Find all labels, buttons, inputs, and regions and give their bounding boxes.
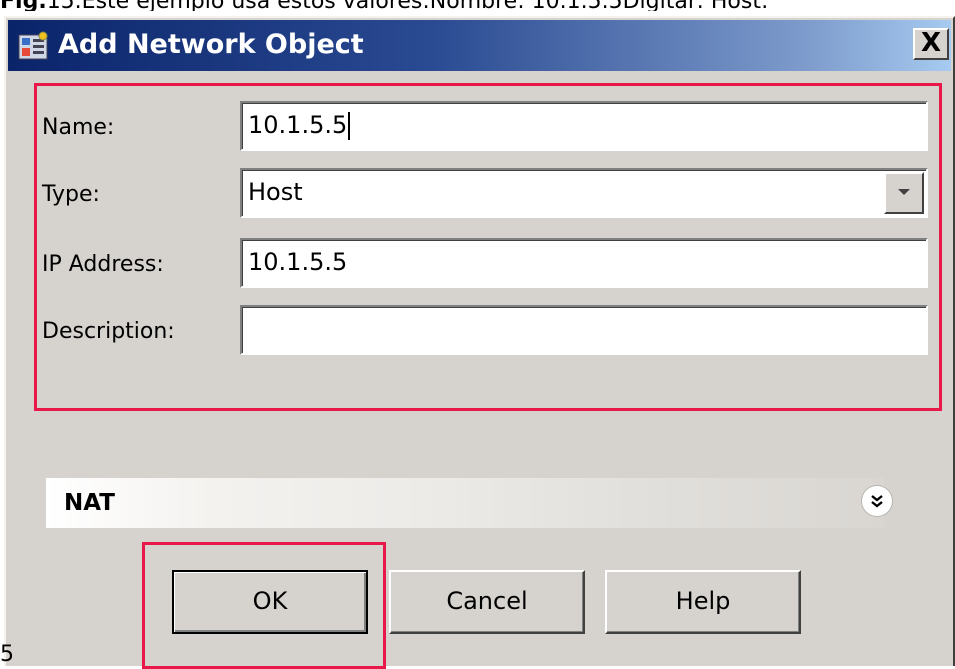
ok-button[interactable]: OK — [172, 570, 368, 634]
double-chevron-down-icon — [871, 495, 883, 508]
close-icon: X — [920, 28, 942, 58]
type-label: Type: — [42, 182, 100, 207]
figure-caption: Fig.15.Este ejemplo usa estos valores:No… — [0, 0, 955, 11]
caption-prefix: Fig. — [0, 0, 47, 11]
nat-section-header[interactable]: NAT — [46, 478, 884, 528]
ip-address-input[interactable]: 10.1.5.5 — [240, 238, 928, 288]
type-select[interactable]: Host — [240, 168, 928, 218]
asdm-app-icon — [18, 31, 50, 61]
ip-address-value: 10.1.5.5 — [248, 248, 348, 276]
type-dropdown-button[interactable] — [884, 172, 924, 214]
description-input[interactable] — [240, 305, 928, 355]
chevron-down-icon — [898, 189, 910, 195]
name-input[interactable]: 10.1.5.5 — [240, 101, 928, 151]
name-label: Name: — [42, 115, 115, 140]
cancel-button[interactable]: Cancel — [389, 570, 585, 634]
title-bar[interactable]: Add Network Object X — [8, 20, 951, 71]
dialog-title: Add Network Object — [58, 29, 364, 60]
description-label: Description: — [42, 319, 175, 344]
nat-expand-button[interactable] — [862, 486, 892, 516]
caption-text: 15.Este ejemplo usa estos valores:Nombre… — [47, 0, 769, 11]
caption-fragment: 5 — [0, 642, 14, 667]
nat-label: NAT — [64, 490, 115, 516]
text-caret — [348, 112, 351, 140]
help-button[interactable]: Help — [605, 570, 801, 634]
type-value: Host — [248, 178, 303, 206]
close-button[interactable]: X — [913, 28, 949, 60]
name-value: 10.1.5.5 — [248, 111, 348, 139]
ip-address-label: IP Address: — [42, 252, 164, 277]
